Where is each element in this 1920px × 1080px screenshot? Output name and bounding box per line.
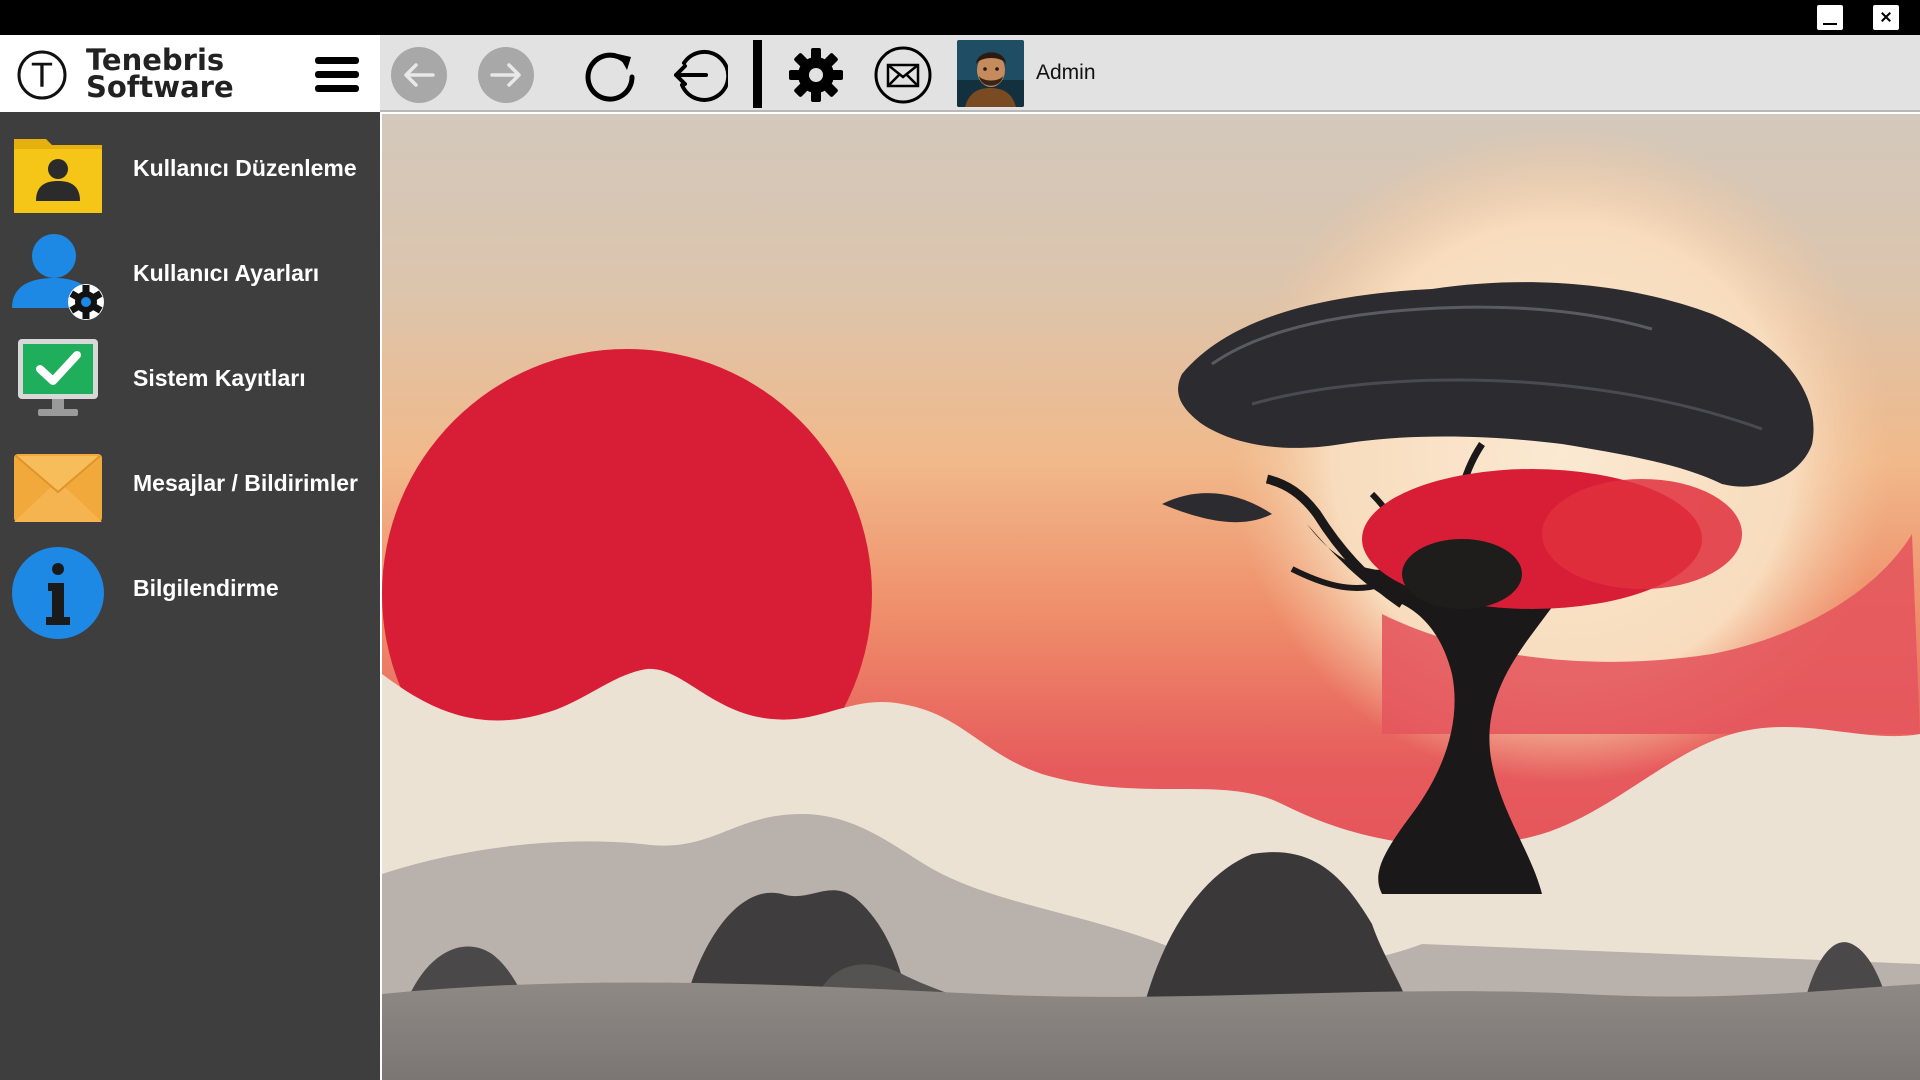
- sidebar-item-messages[interactable]: Mesajlar / Bildirimler: [0, 432, 380, 532]
- window-titlebar: [0, 0, 1920, 35]
- minimize-icon[interactable]: [1817, 5, 1843, 30]
- info-icon: [12, 547, 104, 639]
- sidebar-item-label: Kullanıcı Ayarları: [133, 260, 320, 286]
- sidebar-item-user-edit[interactable]: Kullanıcı Düzenleme: [0, 117, 380, 217]
- close-icon[interactable]: [1873, 5, 1899, 30]
- sidebar: Kullanıcı Düzenleme Kullanıcı Ayarları S…: [0, 112, 380, 1080]
- sidebar-item-label: Bilgilendirme: [133, 575, 279, 601]
- envelope-icon: [14, 454, 102, 522]
- user-name: Admin: [1036, 61, 1096, 84]
- toolbar: T Tenebris Software Admin: [0, 35, 1920, 112]
- toolbar-separator: [753, 40, 762, 108]
- main-content: [382, 114, 1920, 1080]
- user-settings-icon: [12, 234, 104, 320]
- brand-logo-icon: T: [17, 50, 67, 100]
- wallpaper-image: [382, 114, 1920, 1080]
- avatar[interactable]: [957, 40, 1024, 107]
- brand-logo-letter: T: [31, 56, 53, 95]
- refresh-icon[interactable]: [581, 45, 641, 105]
- back-arrow-icon[interactable]: [389, 45, 449, 105]
- sidebar-item-label: Kullanıcı Düzenleme: [133, 155, 357, 181]
- brand-name-line2: Software: [86, 70, 234, 104]
- user-folder-icon: [14, 139, 102, 213]
- sidebar-item-system-logs[interactable]: Sistem Kayıtları: [0, 327, 380, 427]
- brand-name: Tenebris Software: [86, 46, 234, 104]
- sidebar-item-label: Sistem Kayıtları: [133, 365, 306, 391]
- logout-icon[interactable]: [668, 45, 728, 105]
- brand-area: T Tenebris Software: [0, 35, 380, 112]
- monitor-check-icon: [18, 339, 98, 416]
- forward-arrow-icon[interactable]: [476, 45, 536, 105]
- sidebar-item-label: Mesajlar / Bildirimler: [133, 470, 358, 496]
- sidebar-item-user-settings[interactable]: Kullanıcı Ayarları: [0, 222, 380, 322]
- sidebar-item-info[interactable]: Bilgilendirme: [0, 537, 380, 639]
- gear-icon[interactable]: [786, 45, 846, 105]
- mail-icon[interactable]: [873, 45, 933, 105]
- menu-icon[interactable]: [313, 55, 361, 95]
